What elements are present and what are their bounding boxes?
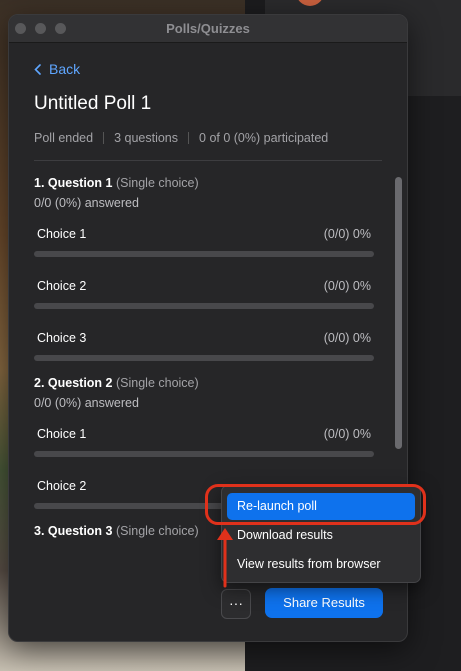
header-divider <box>34 160 382 161</box>
choice-label: Choice 3 <box>37 331 87 345</box>
choice-row: Choice 1 (0/0) 0% <box>34 427 374 462</box>
choice-progress-bar <box>34 355 374 361</box>
menu-item-view-results-browser[interactable]: View results from browser <box>227 551 415 578</box>
choice-progress-bar <box>34 451 374 457</box>
window-title: Polls/Quizzes <box>166 21 250 36</box>
poll-meta: Poll ended 3 questions 0 of 0 (0%) parti… <box>34 131 328 145</box>
question-title: 2. Question 2 <box>34 376 113 390</box>
question-heading: 1. Question 1 (Single choice) <box>34 176 374 190</box>
title-bar: Polls/Quizzes <box>9 15 407 43</box>
choice-row: Choice 2 (0/0) 0% <box>34 279 374 314</box>
question-block: 1. Question 1 (Single choice) 0/0 (0%) a… <box>34 176 374 366</box>
back-link[interactable]: Back <box>34 61 80 77</box>
choice-label: Choice 1 <box>37 227 87 241</box>
menu-item-download-results[interactable]: Download results <box>227 522 415 549</box>
choice-result: (0/0) 0% <box>323 331 371 345</box>
choice-row: Choice 1 (0/0) 0% <box>34 227 374 262</box>
question-type: (Single choice) <box>115 376 199 390</box>
choice-result: (0/0) 0% <box>323 279 371 293</box>
choice-progress-bar <box>34 303 374 309</box>
choice-label: Choice 2 <box>37 479 87 493</box>
choice-result: (0/0) 0% <box>323 427 371 441</box>
choice-label: Choice 1 <box>37 427 87 441</box>
choice-label: Choice 2 <box>37 279 87 293</box>
participation-count: 0 of 0 (0%) participated <box>199 131 329 145</box>
poll-title: Untitled Poll 1 <box>34 93 152 114</box>
choice-result: (0/0) 0% <box>323 227 371 241</box>
question-count: 3 questions <box>114 131 179 145</box>
chevron-left-icon <box>34 63 41 75</box>
meta-divider <box>188 132 190 144</box>
question-answered: 0/0 (0%) answered <box>34 396 139 410</box>
choice-row: Choice 3 (0/0) 0% <box>34 331 374 366</box>
question-type: (Single choice) <box>115 524 199 538</box>
more-options-button[interactable]: ··· <box>221 589 251 619</box>
poll-status: Poll ended <box>34 131 94 145</box>
share-results-button[interactable]: Share Results <box>265 588 383 618</box>
choice-progress-bar <box>34 251 374 257</box>
annotation-arrow-icon <box>217 528 233 588</box>
annotation-highlight <box>205 484 426 525</box>
question-heading: 2. Question 2 (Single choice) <box>34 376 374 390</box>
back-label: Back <box>49 61 81 77</box>
question-type: (Single choice) <box>115 176 199 190</box>
question-title: 3. Question 3 <box>34 524 113 538</box>
meta-divider <box>103 132 105 144</box>
question-answered: 0/0 (0%) answered <box>34 196 139 210</box>
question-title: 1. Question 1 <box>34 176 113 190</box>
scrollbar[interactable] <box>395 177 402 449</box>
